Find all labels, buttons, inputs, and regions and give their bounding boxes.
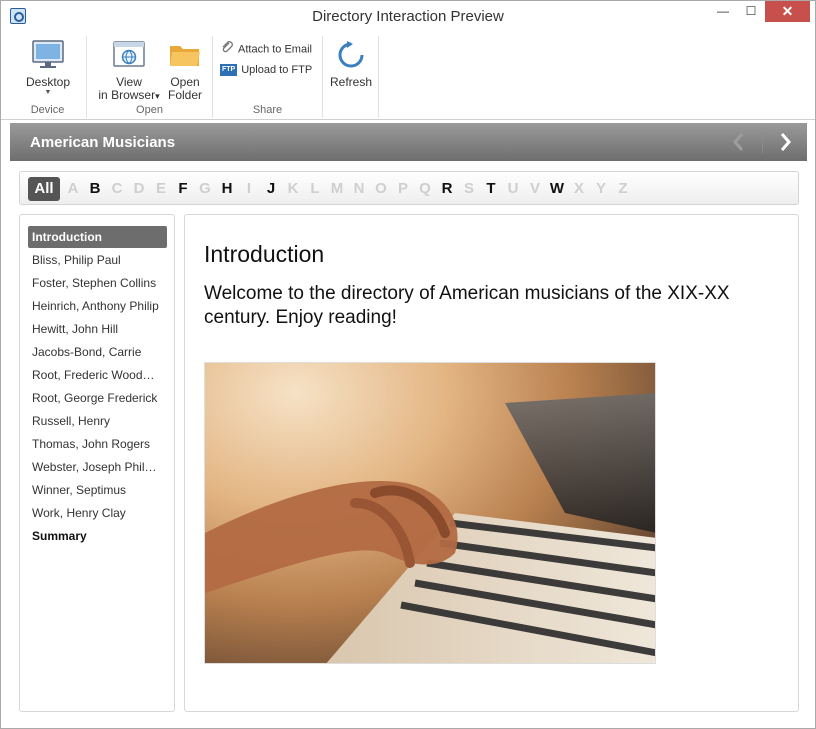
attach-to-email-button[interactable]: Attach to Email [220,40,312,56]
browser-icon [113,40,145,70]
nav-divider [762,131,763,153]
letter-x-button: X [573,180,584,197]
sidebar-item[interactable]: Root, George Frederick [28,387,167,409]
sidebar-item[interactable]: Root, Frederic Wood… [28,364,167,386]
sidebar-item[interactable]: Bliss, Philip Paul [28,249,167,271]
ribbon-group-share: Attach to Email FTP Upload to FTP Share [213,36,323,118]
group-label-share: Share [252,104,283,116]
dropdown-arrow-icon: ▼ [44,89,52,96]
view-label-line2: in Browser [98,88,156,102]
view-in-browser-button[interactable]: View in Browser▾ [93,40,165,103]
letter-i-button: I [246,180,252,197]
folder-icon [169,40,201,70]
directory-header: American Musicians [10,123,807,161]
letter-z-button: Z [618,180,628,197]
letter-d-button: D [133,180,145,197]
close-button[interactable]: ✕ [765,1,810,22]
topic-list: Introduction Bliss, Philip Paul Foster, St… [19,214,175,712]
window-title: Directory Interaction Preview [312,8,504,25]
group-label-open: Open [136,104,163,116]
upload-ftp-label: Upload to FTP [241,64,313,76]
letter-k-button: K [287,180,299,197]
sidebar-item[interactable]: Jacobs-Bond, Carrie [28,341,167,363]
letter-t-button[interactable]: T [480,177,502,201]
letter-e-button: E [155,180,166,197]
sidebar-item[interactable]: Heinrich, Anthony Philip [28,295,167,317]
letter-u-button: U [507,180,519,197]
sidebar-item[interactable]: Summary [28,525,167,547]
desktop-button[interactable]: Desktop ▼ [17,40,79,97]
letter-all-button[interactable]: All [28,177,60,201]
intro-text: Welcome to the directory of American mus… [204,283,730,328]
ribbon-group-device: Desktop ▼ Device [9,36,87,118]
content-pane: Introduction Welcome to the directory of… [184,214,799,712]
letter-h-button[interactable]: H [216,177,238,201]
letter-b-button[interactable]: B [84,177,106,201]
minimize-button[interactable]: — [709,1,737,22]
previous-page-button[interactable] [726,129,752,155]
letter-a-button: A [67,180,79,197]
chevron-right-icon [780,133,791,151]
directory-title: American Musicians [30,134,176,151]
letter-n-button: N [353,180,365,197]
sidebar-item[interactable]: Russell, Henry [28,410,167,432]
sidebar-item[interactable]: Hewitt, John Hill [28,318,167,340]
letter-p-button: P [397,180,408,197]
paperclip-icon [220,40,234,59]
open-label-line2: Folder [167,88,202,102]
letter-w-button[interactable]: W [546,177,568,201]
sidebar-item[interactable]: Thomas, John Rogers [28,433,167,455]
ribbon: Desktop ▼ Device View in Browser▾ Open F… [1,32,815,120]
sidebar-item[interactable]: Foster, Stephen Collins [28,272,167,294]
ribbon-group-refresh: Refresh [323,36,379,118]
sidebar-item[interactable]: Work, Henry Clay [28,502,167,524]
alphabet-letters: All ABCDEFGHIJKLMNOPQRSTUVWXYZ [28,177,634,201]
monitor-icon [32,40,64,70]
chevron-left-icon [733,133,744,151]
letter-l-button: L [310,180,320,197]
desktop-label: Desktop [25,75,71,89]
refresh-button[interactable]: Refresh [327,40,375,89]
letter-v-button: V [529,180,540,197]
sidebar-item[interactable]: Webster, Joseph Phil… [28,456,167,478]
open-label-line1: Open [170,75,200,89]
letter-o-button: O [375,180,387,197]
view-label-line1: View [116,75,142,89]
letter-f-button[interactable]: F [172,177,194,201]
refresh-label: Refresh [329,75,373,89]
sidebar-item[interactable]: Winner, Septimus [28,479,167,501]
letter-m-button: M [330,180,344,197]
ftp-icon: FTP [220,64,238,77]
piano-photo [204,362,656,664]
open-folder-button[interactable]: Open Folder [165,40,205,102]
upload-to-ftp-button[interactable]: FTP Upload to FTP [220,62,312,78]
ribbon-group-open: View in Browser▾ Open Folder Open [87,36,213,118]
attach-email-label: Attach to Email [238,43,312,56]
next-page-button[interactable] [772,129,798,155]
letter-j-button[interactable]: J [260,177,282,201]
alphabet-filter-bar: All ABCDEFGHIJKLMNOPQRSTUVWXYZ [19,171,799,205]
dropdown-arrow-icon: ▾ [155,91,160,101]
letter-c-button: C [111,180,123,197]
refresh-icon [336,40,366,70]
letter-r-button[interactable]: R [436,177,458,201]
letter-s-button: S [463,180,474,197]
group-label-device: Device [30,104,65,116]
letter-g-button: G [199,180,211,197]
page-title: Introduction [204,241,325,267]
sidebar-item[interactable]: Introduction [28,226,167,248]
letter-y-button: Y [595,180,606,197]
letter-q-button: Q [419,180,431,197]
app-window: Directory Interaction Preview — ☐ ✕ Desk… [0,0,816,729]
title-bar[interactable]: Directory Interaction Preview — ☐ ✕ [1,1,815,32]
maximize-button[interactable]: ☐ [737,1,765,22]
